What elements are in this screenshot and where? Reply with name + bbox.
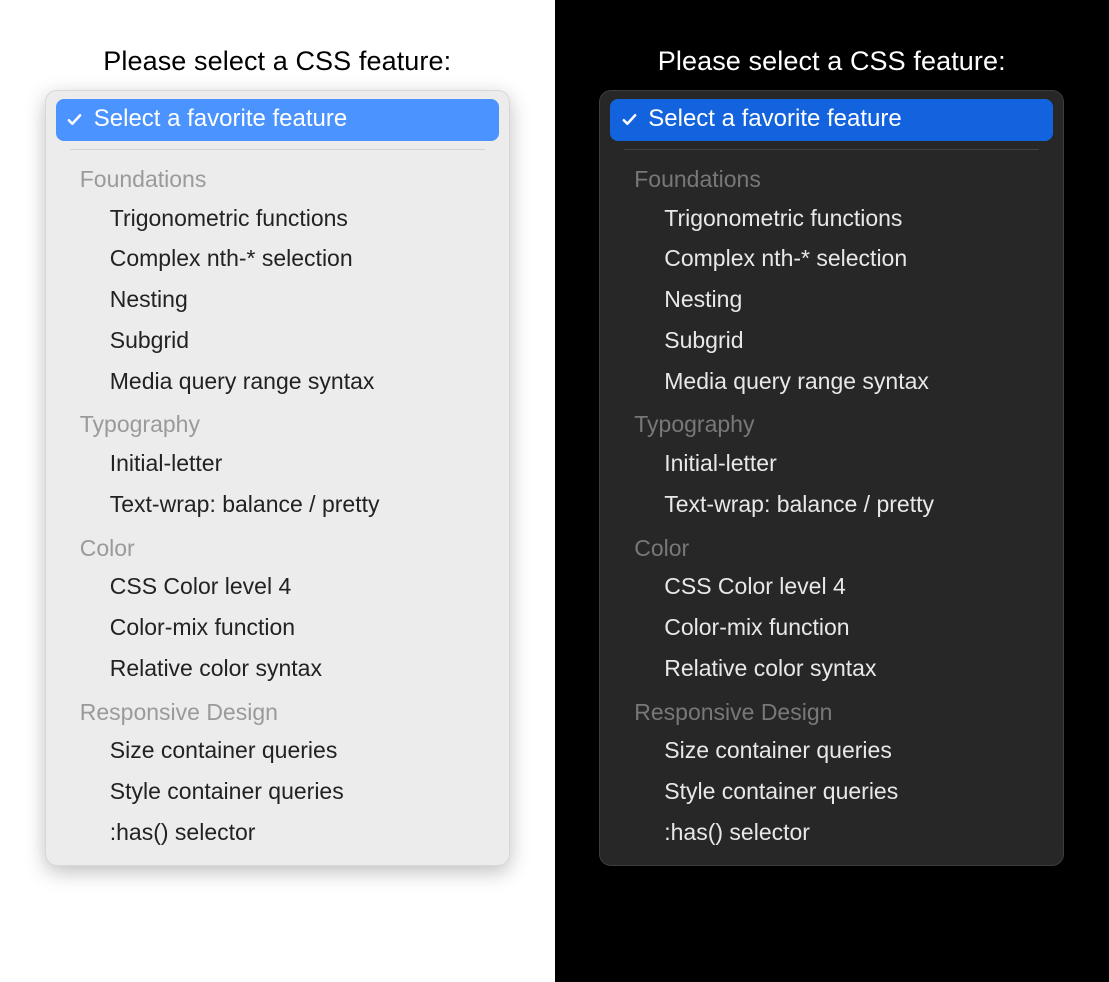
select-option[interactable]: Style container queries	[56, 771, 499, 812]
css-feature-select[interactable]: Select a favorite feature Foundations Tr…	[599, 90, 1064, 866]
group-label: Color	[610, 525, 1053, 567]
group-label: Foundations	[56, 156, 499, 198]
select-option[interactable]: Color-mix function	[610, 607, 1053, 648]
select-option[interactable]: Complex nth-* selection	[610, 238, 1053, 279]
select-option[interactable]: Size container queries	[56, 730, 499, 771]
group-label: Responsive Design	[610, 689, 1053, 731]
select-option[interactable]: CSS Color level 4	[610, 566, 1053, 607]
divider	[70, 149, 485, 150]
select-option[interactable]: Media query range syntax	[56, 361, 499, 402]
select-option[interactable]: Initial-letter	[610, 443, 1053, 484]
checkmark-icon	[618, 111, 640, 128]
select-option[interactable]: Subgrid	[610, 320, 1053, 361]
select-option[interactable]: Text-wrap: balance / pretty	[56, 484, 499, 525]
select-option[interactable]: Relative color syntax	[56, 648, 499, 689]
select-option[interactable]: Media query range syntax	[610, 361, 1053, 402]
select-option[interactable]: Size container queries	[610, 730, 1053, 771]
group-label: Responsive Design	[56, 689, 499, 731]
select-option[interactable]: Style container queries	[610, 771, 1053, 812]
select-option[interactable]: Relative color syntax	[610, 648, 1053, 689]
select-option[interactable]: Trigonometric functions	[610, 198, 1053, 239]
select-option[interactable]: Nesting	[610, 279, 1053, 320]
divider	[624, 149, 1039, 150]
select-option[interactable]: :has() selector	[610, 812, 1053, 853]
selected-option-label: Select a favorite feature	[94, 105, 347, 134]
group-label: Foundations	[610, 156, 1053, 198]
selected-option[interactable]: Select a favorite feature	[56, 99, 499, 141]
light-mode-panel: Please select a CSS feature: Select a fa…	[0, 0, 555, 982]
select-option[interactable]: CSS Color level 4	[56, 566, 499, 607]
selected-option-label: Select a favorite feature	[648, 105, 901, 134]
select-option[interactable]: Color-mix function	[56, 607, 499, 648]
group-label: Typography	[610, 401, 1053, 443]
selected-option[interactable]: Select a favorite feature	[610, 99, 1053, 141]
select-option[interactable]: Trigonometric functions	[56, 198, 499, 239]
dark-mode-panel: Please select a CSS feature: Select a fa…	[555, 0, 1109, 982]
select-option[interactable]: Nesting	[56, 279, 499, 320]
checkmark-icon	[64, 111, 86, 128]
css-feature-select[interactable]: Select a favorite feature Foundations Tr…	[45, 90, 510, 866]
prompt-label: Please select a CSS feature:	[103, 46, 451, 77]
select-option[interactable]: Subgrid	[56, 320, 499, 361]
select-option[interactable]: Initial-letter	[56, 443, 499, 484]
group-label: Typography	[56, 401, 499, 443]
select-option[interactable]: :has() selector	[56, 812, 499, 853]
select-option[interactable]: Complex nth-* selection	[56, 238, 499, 279]
prompt-label: Please select a CSS feature:	[658, 46, 1006, 77]
select-option[interactable]: Text-wrap: balance / pretty	[610, 484, 1053, 525]
group-label: Color	[56, 525, 499, 567]
